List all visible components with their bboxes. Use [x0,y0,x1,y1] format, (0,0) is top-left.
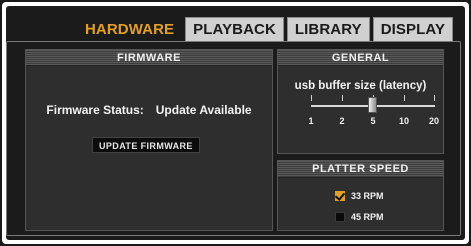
firmware-header: FIRMWARE [26,50,272,66]
rpm-45-checkbox[interactable] [335,212,345,222]
usb-buffer-slider-thumb[interactable] [368,97,377,113]
tab-bar: HARDWARE PLAYBACK LIBRARY DISPLAY [77,17,454,41]
rpm-33-label: 33 RPM [351,191,384,201]
firmware-status: Firmware Status: Update Available [26,103,272,117]
rpm-45-option[interactable]: 45 RPM [335,212,384,222]
platter-speed-panel: PLATTER SPEED 33 RPM 45 RPM [277,160,444,231]
tab-hardware[interactable]: HARDWARE [77,17,183,41]
slider-tick [434,95,435,101]
rpm-33-option[interactable]: 33 RPM [335,191,384,201]
usb-buffer-label: usb buffer size (latency) [294,80,427,92]
platter-speed-header: PLATTER SPEED [278,161,443,178]
firmware-panel: FIRMWARE Firmware Status: Update Availabl… [25,49,273,231]
tab-library[interactable]: LIBRARY [286,17,370,41]
slider-tick [342,95,343,101]
tab-display[interactable]: DISPLAY [372,17,454,41]
tab-playback[interactable]: PLAYBACK [185,17,284,41]
firmware-status-value: Update Available [155,103,252,117]
rpm-33-checkbox[interactable] [335,191,345,201]
slider-tick-label: 1 [308,116,314,126]
update-firmware-button[interactable]: UPDATE FIRMWARE [92,137,200,153]
slider-tick-label: 5 [370,116,376,126]
slider-tick [311,95,312,101]
firmware-status-label: Firmware Status: [46,103,144,117]
slider-tick-label: 10 [398,116,410,126]
slider-tick-label: 20 [428,116,440,126]
general-header: GENERAL [278,50,443,66]
rpm-45-label: 45 RPM [351,212,384,222]
slider-tick-label: 2 [339,116,345,126]
slider-tick [404,95,405,101]
general-panel: GENERAL usb buffer size (latency) 1 2 5 … [277,49,444,154]
